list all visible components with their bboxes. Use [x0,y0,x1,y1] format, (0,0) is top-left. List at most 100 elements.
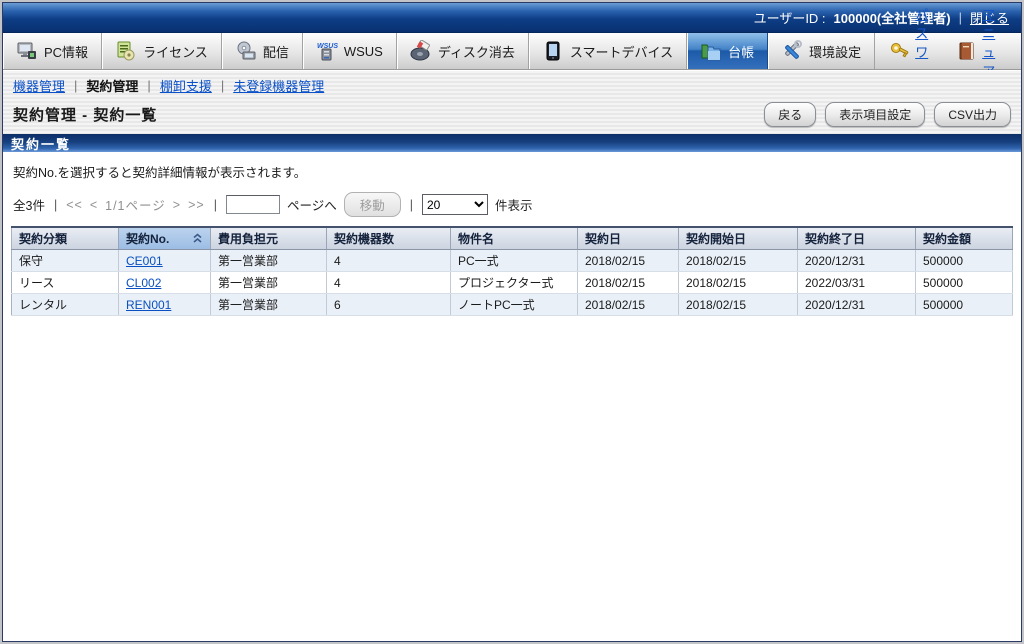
tab-label: スマートデバイス [570,42,673,61]
subnav-separator: | [221,78,224,93]
col-header-label: 契約No. [126,230,169,247]
cell-amount: 500000 [916,272,1013,294]
cell-amount: 500000 [916,294,1013,316]
cell-device-count: 4 [327,250,451,272]
back-button[interactable]: 戻る [764,102,816,127]
tab-label: ライセンス [143,42,208,61]
cell-start-date: 2018/02/15 [679,294,798,316]
page-number-input[interactable] [226,195,280,214]
application-window: ユーザーID : 100000(全社管理者) | 閉じる PC情報 [0,0,1024,644]
tab-label: PC情報 [44,42,88,61]
cell-category: 保守 [12,250,119,272]
col-header-end-date[interactable]: 契約終了日 [798,227,916,250]
cell-end-date: 2020/12/31 [798,294,916,316]
subnav-item-inventory-support[interactable]: 棚卸支援 [160,76,212,95]
col-header-cost-department[interactable]: 費用負担元 [211,227,327,250]
col-header-contract-date[interactable]: 契約日 [578,227,679,250]
contract-no-link[interactable]: REN001 [126,298,171,312]
cell-cost-department: 第一営業部 [211,250,327,272]
top-bar: ユーザーID : 100000(全社管理者) | 閉じる [3,3,1021,33]
cell-end-date: 2020/12/31 [798,250,916,272]
cell-item-name: PC一式 [451,250,578,272]
cell-device-count: 4 [327,272,451,294]
disk-erase-icon [410,40,432,62]
cell-cost-department: 第一営業部 [211,272,327,294]
cell-end-date: 2022/03/31 [798,272,916,294]
move-button[interactable]: 移動 [344,192,401,217]
tab-label: 環境設定 [809,42,861,61]
total-count: 全3件 [13,195,45,214]
first-page-button[interactable]: << [66,198,83,212]
display-settings-button[interactable]: 表示項目設定 [825,102,925,127]
subnav-item-contract-management: 契約管理 [86,76,138,95]
cell-start-date: 2018/02/15 [679,250,798,272]
col-header-category[interactable]: 契約分類 [12,227,119,250]
panel-header: 契約一覧 [3,134,1021,152]
tab-label: ディスク消去 [438,42,515,61]
last-page-button[interactable]: >> [188,198,205,212]
cell-item-name: ノートPC一式 [451,294,578,316]
cell-contract-no: CE001 [119,250,211,272]
tab-disk-erase[interactable]: ディスク消去 [397,33,529,69]
cell-item-name: プロジェクター式 [451,272,578,294]
tab-ledger[interactable]: 台帳 [687,33,768,69]
table-row: 保守 CE001 第一営業部 4 PC一式 2018/02/15 2018/02… [12,250,1013,272]
subnav-separator: | [147,78,150,93]
table-header-row: 契約分類 契約No. 費用負担元 契約機器数 物件名 契約日 [12,227,1013,250]
tab-label: 台帳 [728,42,754,61]
toolbar-links: パスワード マニュアル [875,33,1021,69]
per-page-select[interactable]: 20 [422,194,488,215]
subnav-item-device-management[interactable]: 機器管理 [13,76,65,95]
col-header-device-count[interactable]: 契約機器数 [327,227,451,250]
subnav-item-unregistered-devices[interactable]: 未登録機器管理 [233,76,324,95]
smart-device-icon [542,40,564,62]
next-page-button[interactable]: > [173,198,181,212]
application-frame: ユーザーID : 100000(全社管理者) | 閉じる PC情報 [2,2,1022,642]
cell-category: リース [12,272,119,294]
cell-contract-date: 2018/02/15 [578,250,679,272]
subnav-separator: | [74,78,77,93]
contract-table: 契約分類 契約No. 費用負担元 契約機器数 物件名 契約日 [11,226,1013,316]
tab-pc-info[interactable]: PC情報 [3,33,102,69]
tab-distribution[interactable]: 配信 [222,33,303,69]
tab-wsus[interactable]: WSUS WSUS [303,33,397,69]
col-header-amount[interactable]: 契約金額 [916,227,1013,250]
cell-contract-no: CL002 [119,272,211,294]
pc-icon [16,40,38,62]
cell-contract-no: REN001 [119,294,211,316]
contract-no-link[interactable]: CL002 [126,276,161,290]
tab-smart-device[interactable]: スマートデバイス [529,33,687,69]
col-header-start-date[interactable]: 契約開始日 [679,227,798,250]
csv-export-button[interactable]: CSV出力 [934,102,1011,127]
license-icon [115,40,137,62]
tab-settings[interactable]: 環境設定 [768,33,875,69]
cell-device-count: 6 [327,294,451,316]
cell-start-date: 2018/02/15 [679,272,798,294]
table-row: レンタル REN001 第一営業部 6 ノートPC一式 2018/02/15 2… [12,294,1013,316]
user-id-label: ユーザーID : [754,8,826,27]
pagination-separator: | [52,198,59,212]
settings-icon [781,40,803,62]
tab-label: 配信 [263,42,289,61]
pagination-separator: | [212,198,219,212]
key-icon [889,40,911,62]
cell-contract-date: 2018/02/15 [578,294,679,316]
cell-amount: 500000 [916,250,1013,272]
goto-page-label: ページへ [287,195,337,214]
prev-page-button[interactable]: < [90,198,98,212]
sub-navigation: 機器管理 | 契約管理 | 棚卸支援 | 未登録機器管理 [3,70,1021,99]
col-header-contract-no[interactable]: 契約No. [119,227,211,250]
title-buttons: 戻る 表示項目設定 CSV出力 [764,102,1011,127]
manual-icon [956,40,978,62]
table-row: リース CL002 第一営業部 4 プロジェクター式 2018/02/15 20… [12,272,1013,294]
sort-asc-icon [192,233,203,244]
main-toolbar: PC情報 ライセンス 配信 WSUS [3,33,1021,70]
tab-license[interactable]: ライセンス [102,33,222,69]
ledger-icon [700,40,722,62]
per-page-label: 件表示 [495,195,533,214]
cell-category: レンタル [12,294,119,316]
distribution-icon [235,40,257,62]
col-header-item-name[interactable]: 物件名 [451,227,578,250]
panel-title: 契約一覧 [11,134,71,153]
contract-no-link[interactable]: CE001 [126,254,163,268]
